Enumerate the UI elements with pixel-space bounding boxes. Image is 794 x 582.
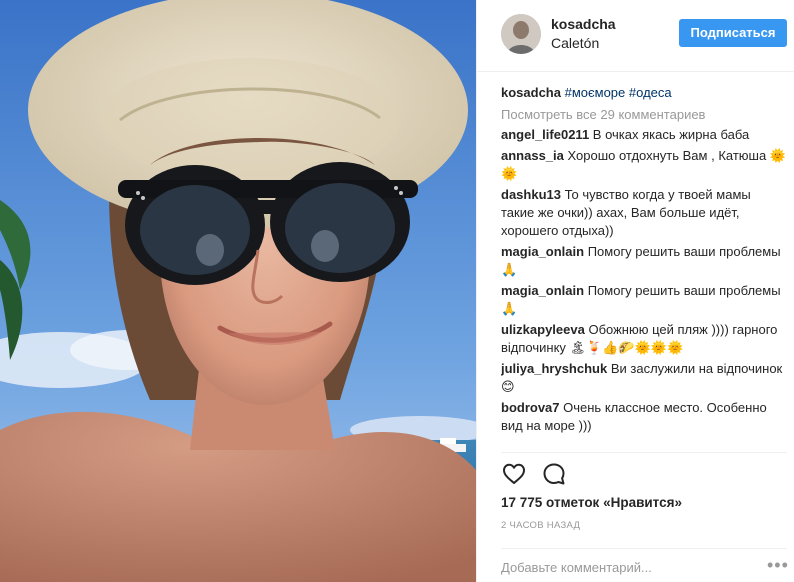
comment-username[interactable]: bodrova7: [501, 400, 560, 415]
comment-item: dashku13 То чувство когда у твоей мамы т…: [501, 186, 787, 240]
hashtag-link[interactable]: #одеса: [629, 85, 672, 100]
hashtag-link[interactable]: #моєморе: [565, 85, 626, 100]
header-username[interactable]: kosadcha: [551, 16, 616, 32]
post-photo[interactable]: [0, 0, 476, 582]
comment-username[interactable]: annass_ia: [501, 148, 564, 163]
comment-item: annass_ia Хорошо отдохнуть Вам , Катюша …: [501, 147, 787, 183]
comment-item: ulizkapyleeva Обожнюю цей пляж )))) гарн…: [501, 321, 787, 357]
comment-item: magia_onlain Помогу решить ваши проблемы…: [501, 282, 787, 318]
post-caption: kosadcha #моєморе #одеса: [501, 84, 787, 102]
header-location[interactable]: Caletón: [551, 35, 599, 51]
avatar[interactable]: [501, 14, 541, 54]
comment-item: angel_life0211 В очках якась жирна баба: [501, 126, 787, 144]
post-timestamp[interactable]: 2 ЧАСОВ НАЗАД: [501, 520, 580, 531]
likes-count[interactable]: 17 775 отметок «Нравится»: [501, 495, 682, 510]
divider: [501, 452, 787, 453]
divider: [501, 548, 787, 549]
comment-item: magia_onlain Помогу решить ваши проблемы…: [501, 243, 787, 279]
post-header: kosadcha Caletón Подписаться: [477, 0, 794, 72]
post-side-panel: kosadcha Caletón Подписаться kosadcha #м…: [476, 0, 794, 582]
comments-list: kosadcha #моєморе #одеса Посмотреть все …: [501, 84, 787, 448]
follow-button[interactable]: Подписаться: [679, 19, 787, 47]
comment-text: В очках якась жирна баба: [592, 127, 750, 142]
comment-item: juliya_hryshchuk Ви заслужили на відпочи…: [501, 360, 787, 396]
comment-username[interactable]: angel_life0211: [501, 127, 589, 142]
comment-item: bodrova7 Очень классное место. Особенно …: [501, 399, 787, 435]
comment-username[interactable]: juliya_hryshchuk: [501, 361, 607, 376]
caption-username[interactable]: kosadcha: [501, 85, 561, 100]
comment-username[interactable]: magia_onlain: [501, 244, 584, 259]
comment-username[interactable]: magia_onlain: [501, 283, 584, 298]
add-comment-input[interactable]: [501, 557, 741, 577]
comment-username[interactable]: dashku13: [501, 187, 561, 202]
speech-bubble-icon[interactable]: [541, 461, 567, 487]
more-options-icon[interactable]: •••: [767, 556, 789, 574]
comment-username[interactable]: ulizkapyleeva: [501, 322, 585, 337]
view-all-comments-link[interactable]: Посмотреть все 29 комментариев: [501, 106, 787, 124]
heart-outline-icon[interactable]: [501, 461, 527, 487]
